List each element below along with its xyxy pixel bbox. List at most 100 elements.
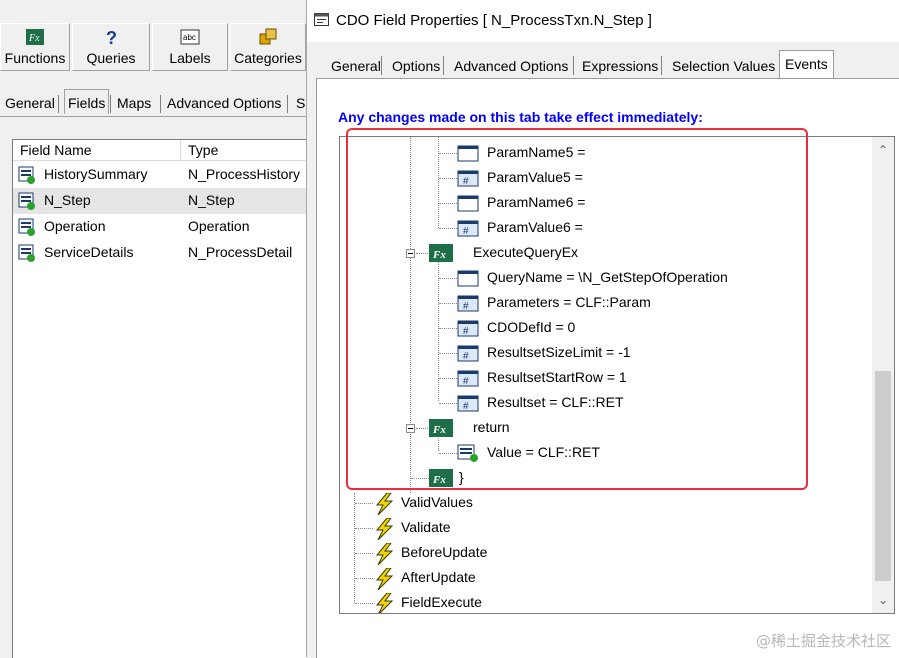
tab-advanced-options[interactable]: Advanced Options	[451, 54, 571, 78]
tree-branch	[416, 428, 428, 429]
tab-fields[interactable]: Fields	[64, 89, 110, 114]
tab-general[interactable]: General	[328, 54, 384, 78]
scroll-up-icon[interactable]: ⌃	[872, 137, 894, 163]
field-icon	[18, 192, 36, 210]
question-icon: ?	[101, 28, 121, 46]
svg-text:Fx: Fx	[432, 249, 446, 261]
svg-text:Fx: Fx	[432, 474, 446, 486]
param-name-icon	[457, 143, 481, 163]
dialog-title: CDO Field Properties [ N_ProcessTxn.N_St…	[336, 12, 652, 29]
tree-branch	[355, 578, 373, 579]
svg-text:#: #	[463, 326, 469, 337]
svg-text:#: #	[463, 176, 469, 187]
svg-text:abc: abc	[183, 33, 196, 42]
queries-button[interactable]: ? Queries	[72, 23, 150, 71]
event-label: ValidValues	[401, 494, 473, 510]
categories-button[interactable]: Categories	[230, 23, 306, 71]
tree-branch	[439, 353, 457, 354]
queries-label: Queries	[86, 50, 136, 66]
tree-node-label: ParamValue5 =	[487, 169, 583, 185]
tab-separator	[58, 95, 59, 113]
tree-node-label: CDODefId = 0	[487, 319, 576, 335]
tree-branch	[355, 603, 373, 604]
event-label: AfterUpdate	[401, 569, 476, 585]
tab-advanced-options[interactable]: Advanced Options	[164, 92, 284, 114]
tree-node-label: Value = CLF::RET	[487, 444, 600, 460]
column-header-field-name[interactable]: Field Name	[13, 140, 181, 160]
tree-node-label: return	[473, 419, 510, 435]
tree-branch	[355, 553, 373, 554]
field-row-selected[interactable]: N_Step N_Step	[13, 188, 307, 214]
tab-expressions[interactable]: Expressions	[579, 54, 661, 78]
tab-separator	[661, 56, 662, 75]
dialog-title-bar[interactable]: CDO Field Properties [ N_ProcessTxn.N_St…	[307, 0, 899, 42]
tree-node-label: QueryName = \N_GetStepOfOperation	[487, 269, 728, 285]
events-tab-page: Any changes made on this tab take effect…	[316, 78, 899, 658]
functions-button[interactable]: Fx Functions	[0, 23, 70, 71]
tree-node-label: Parameters = CLF::Param	[487, 294, 651, 310]
tree-branch	[411, 478, 429, 479]
scroll-down-icon[interactable]: ⌄	[872, 587, 894, 613]
tree-node-label: ParamName5 =	[487, 144, 586, 160]
param-value-icon: #	[457, 343, 481, 363]
tab-separator	[160, 95, 161, 113]
function-node-icon: Fx	[429, 468, 453, 488]
svg-text:#: #	[463, 401, 469, 412]
param-name-icon	[457, 193, 481, 213]
tree-guide-line	[410, 137, 411, 493]
tree-guide-line	[438, 137, 439, 228]
field-row[interactable]: HistorySummary N_ProcessHistory	[13, 162, 307, 188]
field-name: ServiceDetails	[44, 244, 134, 260]
tab-events[interactable]: Events	[779, 50, 834, 79]
tree-branch	[439, 303, 457, 304]
tab-options[interactable]: Options	[389, 54, 443, 78]
lightning-icon	[373, 517, 397, 541]
label-icon: abc	[180, 28, 200, 46]
column-header-type[interactable]: Type	[181, 140, 307, 160]
tab-general[interactable]: General	[2, 92, 58, 114]
field-type: N_ProcessHistory	[188, 166, 301, 182]
field-row[interactable]: Operation Operation	[13, 214, 307, 240]
events-tree-view[interactable]: ParamName5 = # ParamValue5 = ParamName6 …	[339, 136, 895, 614]
tab-separator	[287, 95, 288, 113]
dialog-tab-strip: General Options Advanced Options Express…	[307, 50, 899, 79]
scroll-thumb[interactable]	[875, 371, 891, 581]
tree-node-label: Resultset = CLF::RET	[487, 394, 624, 410]
field-name: HistorySummary	[44, 166, 148, 182]
field-name: Operation	[44, 218, 106, 234]
collapse-toggle[interactable]	[406, 249, 415, 258]
lightning-icon	[373, 592, 397, 613]
value-icon	[457, 443, 481, 463]
param-value-icon: #	[457, 293, 481, 313]
notice-text: Any changes made on this tab take effect…	[338, 109, 703, 125]
vertical-scrollbar[interactable]: ⌃ ⌄	[872, 137, 894, 613]
field-icon	[18, 218, 36, 236]
watermark: @稀土掘金技术社区	[755, 632, 891, 650]
param-value-icon: #	[457, 393, 481, 413]
tree-branch	[355, 503, 373, 504]
field-row[interactable]: ServiceDetails N_ProcessDetail	[13, 240, 307, 266]
svg-text:Fx: Fx	[28, 33, 40, 44]
tree-node-label: ResultsetSizeLimit = -1	[487, 344, 631, 360]
lightning-icon	[373, 492, 397, 516]
tree-branch	[439, 453, 457, 454]
tab-separator	[573, 56, 574, 75]
event-label: Validate	[401, 519, 451, 535]
cdo-editor-window: Fx Functions ? Queries abc Labels Catego…	[0, 0, 307, 658]
collapse-toggle[interactable]	[406, 424, 415, 433]
lightning-icon	[373, 542, 397, 566]
param-value-icon: #	[457, 368, 481, 388]
tab-separator	[381, 56, 382, 75]
tree-branch	[439, 278, 457, 279]
tab-selection-values[interactable]: Selection Values	[669, 54, 778, 78]
tree-node-label: ResultsetStartRow = 1	[487, 369, 627, 385]
tab-maps[interactable]: Maps	[114, 92, 154, 114]
labels-button[interactable]: abc Labels	[152, 23, 228, 71]
tree-content: ParamName5 = # ParamValue5 = ParamName6 …	[340, 137, 871, 613]
svg-text:#: #	[463, 301, 469, 312]
field-type: Operation	[188, 218, 250, 234]
tree-guide-line	[354, 493, 355, 603]
functions-label: Functions	[4, 50, 66, 66]
event-label: BeforeUpdate	[401, 544, 488, 560]
field-list-header: Field Name Type	[13, 140, 307, 161]
